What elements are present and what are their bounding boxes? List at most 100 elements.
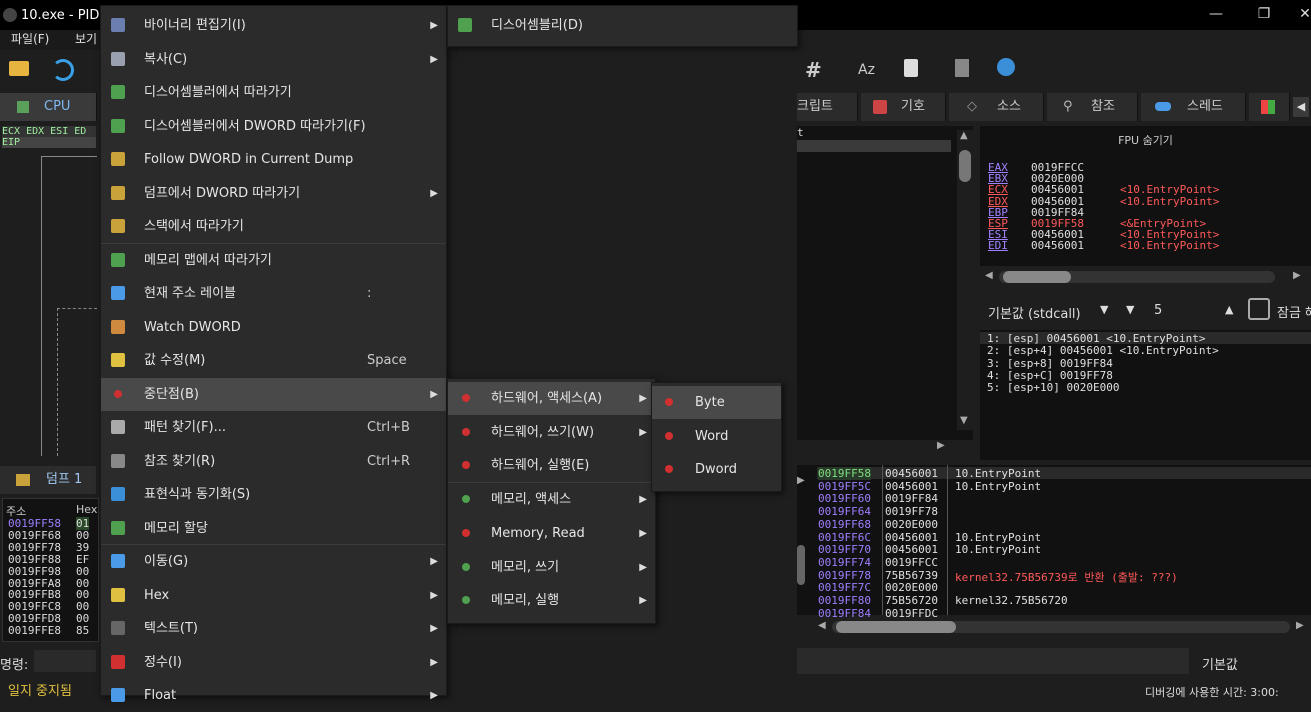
reg-hscroll-thumb[interactable] [1003,271,1071,283]
register-name-edi[interactable]: EDI [988,239,1008,252]
stack-scroll-right-icon[interactable]: ▶ [1296,620,1304,631]
menu-view[interactable]: 보기 [75,30,97,47]
globe-icon[interactable] [997,58,1015,76]
stack-row-value[interactable]: 0020E000 [885,581,938,594]
stack-arg-row[interactable]: 3: [esp+8] 0019FF84 [987,357,1113,370]
stack-row-addr[interactable]: 0019FF60 [818,492,871,505]
context-menu-item[interactable]: 메모리 할당 [101,512,446,545]
breakpoint-menu-item[interactable]: Memory, Read ▶ [448,517,655,550]
stack-hscroll[interactable]: ◀ ▶ [818,620,1308,634]
stack-row-value[interactable]: 75B56720 [885,594,938,607]
context-menu-item[interactable]: 중단점(B) ▶ [101,377,446,411]
calculator-icon[interactable] [955,59,969,77]
open-folder-icon[interactable] [9,61,29,76]
scroll-down-icon[interactable]: ▼ [960,415,968,426]
reg-scroll-right-icon[interactable]: ▶ [1293,270,1301,281]
stack-row-value[interactable]: 75B56739 [885,569,938,582]
context-menu-item[interactable]: 디스어셈블러에서 DWORD 따라가기(F) [101,110,446,143]
tab-dump-1[interactable]: 덤프 1 [0,466,96,494]
context-menu-item[interactable]: 현재 주소 레이블: [101,277,446,310]
hw-size-word[interactable]: Word [652,420,781,453]
hw-size-dword[interactable]: Dword [652,453,781,486]
dump-row-addr[interactable]: 0019FFE8 [8,624,61,637]
lock-checkbox[interactable] [1248,298,1270,320]
restart-icon[interactable] [52,59,74,81]
context-menu-item[interactable]: 메모리 맵에서 따라가기 [101,244,446,277]
context-menu-item[interactable]: 디스어셈블러에서 따라가기 [101,76,446,109]
stack-row-addr[interactable]: 0019FF84 [818,607,871,620]
stack-row-value[interactable]: 00456001 [885,480,938,493]
context-menu-item[interactable]: 이동(G) ▶ [101,545,446,578]
stack-vscroll[interactable]: ▶ [797,475,809,625]
scroll-right-icon[interactable]: ▶ [937,440,945,451]
disasm-hscroll[interactable]: ▶ [797,440,957,454]
breakpoint-menu-item[interactable]: 하드웨어, 실행(E) [448,449,655,482]
tab-script[interactable]: 크립트 [797,93,858,121]
stack-row-value[interactable]: 0019FFCC [885,556,938,569]
fpu-toggle-title[interactable]: FPU 숨기기 [980,132,1311,148]
stack-row-addr[interactable]: 0019FF58 [818,467,871,480]
breakpoint-menu-item[interactable]: 메모리, 실행 ▶ [448,584,655,617]
context-menu-item[interactable]: 복사(C) ▶ [101,43,446,76]
dump-row-hex[interactable]: 85 [76,624,89,637]
stack-row-value[interactable]: 0019FF84 [885,492,938,505]
chevron-down-icon[interactable]: ▼ [1100,303,1108,316]
hash-icon[interactable]: # [805,58,822,82]
stack-row-value[interactable]: 00456001 [885,531,938,544]
breakpoint-menu-item[interactable]: 하드웨어, 쓰기(W) ▶ [448,416,655,449]
tab-symbols[interactable]: 기호 [861,93,946,121]
stack-row-addr[interactable]: 0019FF5C [818,480,871,493]
stack-scroll-side-icon[interactable]: ▶ [797,475,805,486]
expression-input[interactable] [797,648,1189,674]
disasm-vscroll-thumb[interactable] [959,150,971,182]
close-button[interactable]: ✕ [1295,6,1311,22]
registers-hscroll[interactable]: ◀ ▶ [985,270,1305,284]
context-menu-item[interactable]: 참조 찾기(R) Ctrl+R [101,445,446,478]
context-menu-item[interactable]: 패턴 찾기(F)... Ctrl+B [101,411,446,444]
minimize-button[interactable]: — [1206,6,1226,22]
stack-row-value[interactable]: 00456001 [885,467,938,480]
stack-scroll-left-icon[interactable]: ◀ [818,620,826,631]
disasm-vscroll[interactable]: ▲ ▼ [957,130,973,430]
patch-file-icon[interactable] [904,59,918,77]
stack-row-value[interactable]: 00456001 [885,543,938,556]
register-value-edi[interactable]: 00456001 [1031,239,1084,252]
stack-row-addr[interactable]: 0019FF6C [818,531,871,544]
context-menu-item[interactable]: Follow DWORD in Current Dump [101,143,446,176]
arg-count-down-icon[interactable]: ▼ [1126,303,1134,316]
context-menu-item[interactable]: 정수(I) ▶ [101,646,446,679]
stack-arg-row[interactable]: 4: [esp+C] 0019FF78 [987,369,1113,382]
reg-scroll-left-icon[interactable]: ◀ [985,270,993,281]
context-menu-item[interactable]: Float ▶ [101,679,446,712]
context-menu-item[interactable]: 바이너리 편집기(I) ▶ [101,9,446,42]
stack-row-value[interactable]: 0020E000 [885,518,938,531]
context-menu-item[interactable]: 값 수정(M) Space [101,344,446,377]
context-menu-item[interactable]: 텍스트(T) ▶ [101,612,446,645]
breakpoint-menu-item[interactable]: 하드웨어, 액세스(A) ▶ [448,382,655,415]
stack-arg-row[interactable]: 5: [esp+10] 0020E000 [987,381,1119,394]
tab-references[interactable]: ⚲ 참조 [1047,93,1138,121]
tab-threads[interactable]: 스레드 [1141,93,1246,121]
tab-more[interactable] [1249,93,1290,121]
stack-row-addr[interactable]: 0019FF80 [818,594,871,607]
stack-arg-row[interactable]: 1: [esp] 00456001 <10.EntryPoint> [987,332,1206,345]
stack-row-addr[interactable]: 0019FF70 [818,543,871,556]
menu-file[interactable]: 파일(F) [11,30,49,47]
stack-arg-row[interactable]: 2: [esp+4] 00456001 <10.EntryPoint> [987,344,1219,357]
stack-row-value[interactable]: 0019FF78 [885,505,938,518]
tab-source[interactable]: ◇ 소스 [949,93,1044,121]
context-menu-item[interactable]: Watch DWORD [101,311,446,344]
breakpoint-menu-item[interactable]: 메모리, 액세스 ▶ [448,483,655,516]
stack-row-addr[interactable]: 0019FF74 [818,556,871,569]
restore-button[interactable]: ❐ [1254,6,1274,22]
arg-count-up-icon[interactable]: ▲ [1225,303,1233,316]
stack-hscroll-thumb[interactable] [836,621,956,633]
stack-row-addr[interactable]: 0019FF7C [818,581,871,594]
disasm-selected-row[interactable] [797,140,951,152]
submenu-item-disassembly[interactable]: 디스어셈블리(D) [448,9,797,42]
arg-count-spinner[interactable]: 5 [1154,303,1162,318]
tab-cpu[interactable]: CPU [0,93,97,121]
command-input[interactable] [34,650,96,672]
stack-row-addr[interactable]: 0019FF78 [818,569,871,582]
context-menu-item[interactable]: Hex ▶ [101,579,446,612]
